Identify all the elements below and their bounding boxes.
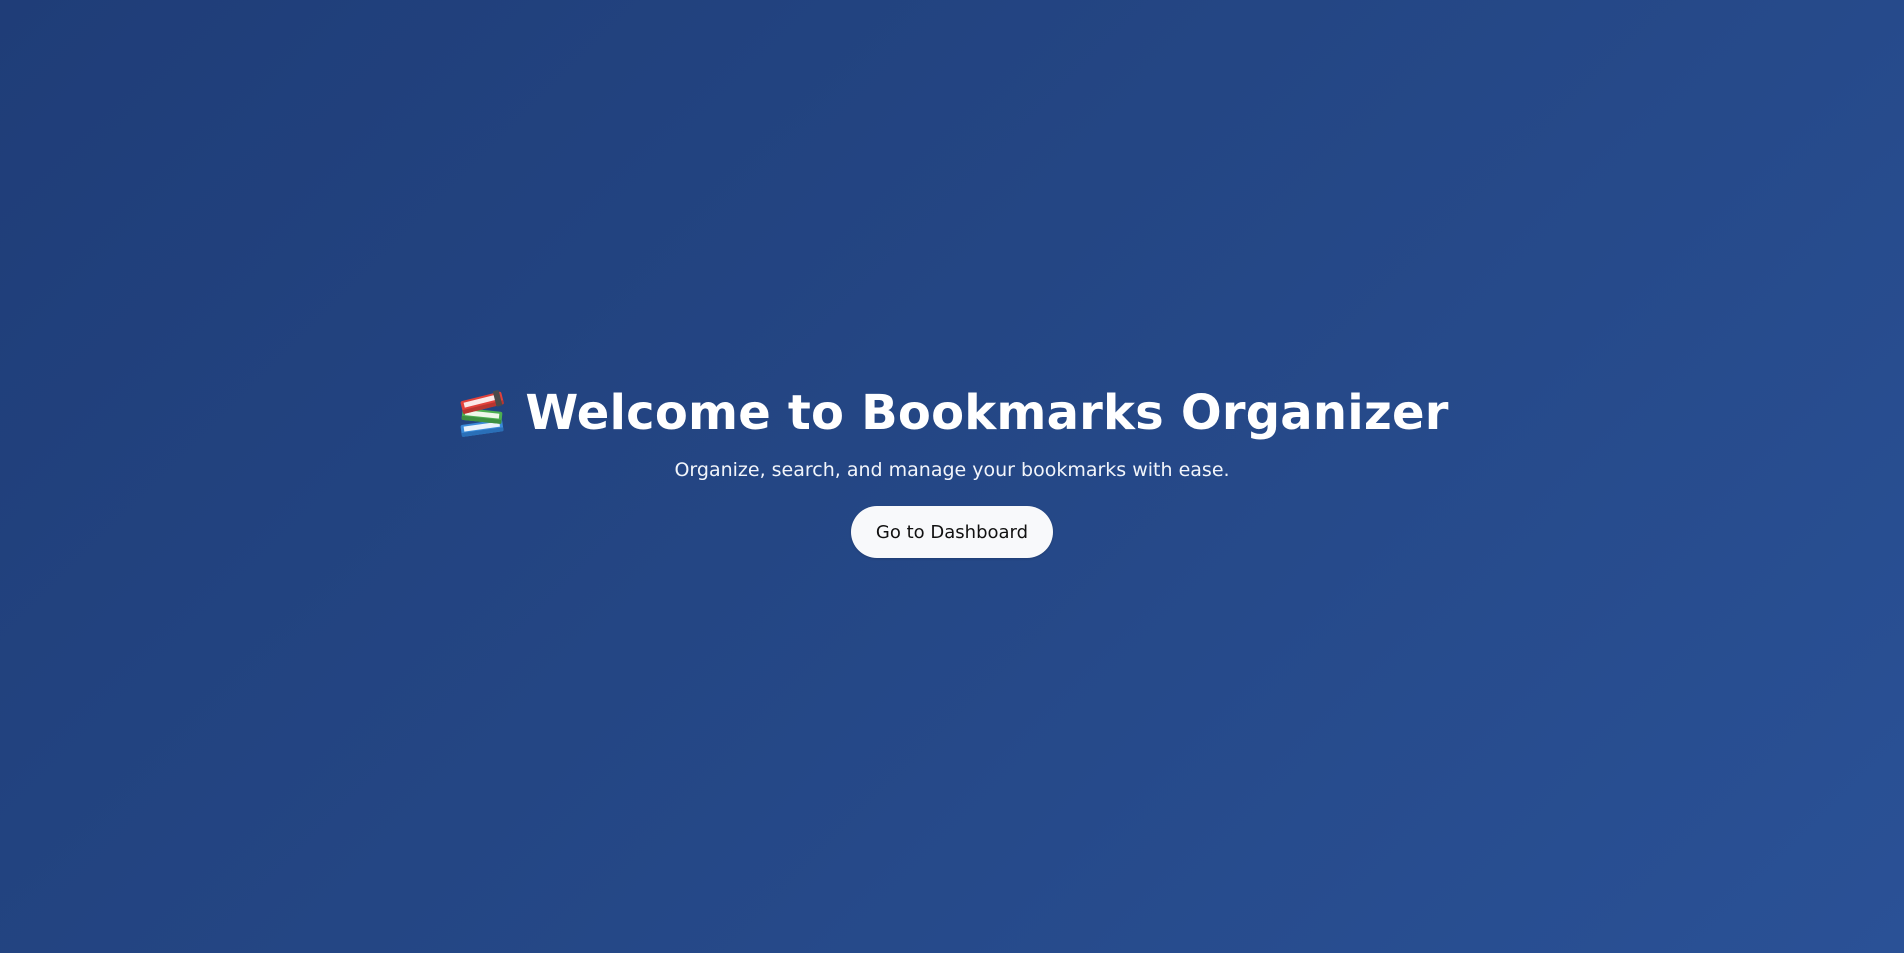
books-icon [455, 386, 511, 440]
page-title: Welcome to Bookmarks Organizer [525, 385, 1449, 441]
page-subtitle: Organize, search, and manage your bookma… [674, 459, 1230, 481]
go-to-dashboard-button[interactable]: Go to Dashboard [850, 506, 1054, 558]
hero-content: Welcome to Bookmarks Organizer Organize,… [455, 383, 1448, 558]
welcome-hero: Welcome to Bookmarks Organizer Organize,… [0, 0, 1904, 953]
title-row: Welcome to Bookmarks Organizer [455, 383, 1448, 443]
